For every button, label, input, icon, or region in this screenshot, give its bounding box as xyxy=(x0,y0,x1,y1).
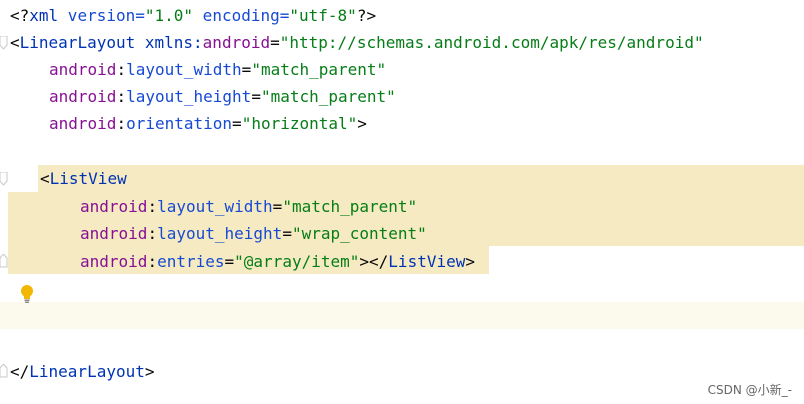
attr-value: "http://schemas.android.com/apk/res/andr… xyxy=(279,33,704,52)
namespace: android xyxy=(49,87,117,106)
tag-name: LinearLayout xyxy=(29,362,145,381)
code-editor[interactable]: <?xml version="1.0" encoding="utf-8"?> <… xyxy=(0,0,804,404)
code-line-attr[interactable]: android:layout_height="wrap_content" xyxy=(80,220,427,247)
tag-name: LinearLayout xyxy=(19,33,136,52)
code-line-linearlayout-open[interactable]: <LinearLayout xmlns:android="http://sche… xyxy=(10,29,704,56)
namespace: android xyxy=(80,197,148,216)
attr-name: entries xyxy=(157,252,225,271)
punct: = xyxy=(224,252,235,271)
attr-value: "1.0" xyxy=(144,6,194,25)
punct: > xyxy=(357,114,367,133)
attr-value: "wrap_content" xyxy=(291,224,427,243)
punct: : xyxy=(147,224,158,243)
punct: : xyxy=(147,197,158,216)
namespace: android xyxy=(202,33,271,52)
punct: = xyxy=(251,87,261,106)
namespace: android xyxy=(80,252,148,271)
punct: ?> xyxy=(356,6,377,25)
punct: = xyxy=(270,33,280,52)
fold-end-marker-icon[interactable] xyxy=(0,254,8,268)
punct: = xyxy=(232,114,242,133)
punct: = xyxy=(272,197,283,216)
attr-name: layout_width xyxy=(126,60,242,79)
namespace: android xyxy=(49,60,117,79)
attr-value: "match_parent" xyxy=(282,197,418,216)
punct: > xyxy=(465,252,475,271)
fold-end-marker-icon[interactable] xyxy=(0,364,8,378)
punct: : xyxy=(116,114,127,133)
punct: : xyxy=(116,87,127,106)
attr-value: "match_parent" xyxy=(260,87,396,106)
namespace: android xyxy=(49,114,117,133)
punct: = xyxy=(241,60,252,79)
watermark: CSDN @小新_- xyxy=(707,383,792,397)
attr-value: "horizontal" xyxy=(241,114,358,133)
punct: : xyxy=(147,252,158,271)
punct: < xyxy=(10,33,20,52)
fold-marker-icon[interactable] xyxy=(0,36,8,50)
xml-keyword: xml xyxy=(29,6,59,25)
lightbulb-icon[interactable] xyxy=(19,284,35,304)
punct: = xyxy=(282,224,292,243)
code-line-xml-declaration[interactable]: <?xml version="1.0" encoding="utf-8"?> xyxy=(10,2,376,29)
punct: </ xyxy=(10,362,30,381)
punct: < xyxy=(40,169,50,188)
code-line-attr[interactable]: android:layout_height="match_parent" xyxy=(49,83,396,110)
attr-name: layout_height xyxy=(126,87,252,106)
punct: > xyxy=(144,362,155,381)
attr-name: version= xyxy=(58,6,145,25)
code-line-attr[interactable]: android:layout_width="match_parent" xyxy=(80,193,417,220)
fold-marker-icon[interactable] xyxy=(0,172,8,186)
punct: ></ xyxy=(359,252,389,271)
attr-value: "utf-8" xyxy=(289,6,357,25)
punct: : xyxy=(116,60,127,79)
code-line-attr[interactable]: android:entries="@array/item"></ListView… xyxy=(80,248,475,275)
attr-name: orientation xyxy=(126,114,233,133)
code-line-listview-open[interactable]: <ListView xyxy=(40,165,127,192)
tag-name: ListView xyxy=(388,252,466,271)
attr-name: layout_height xyxy=(157,224,283,243)
attr-name: encoding= xyxy=(193,6,290,25)
attr-name: layout_width xyxy=(157,197,273,216)
namespace: android xyxy=(80,224,148,243)
code-line-attr[interactable]: android:orientation="horizontal"> xyxy=(49,110,367,137)
code-line-linearlayout-close[interactable]: </LinearLayout> xyxy=(10,358,155,385)
tag-name: ListView xyxy=(49,169,127,188)
current-line-highlight xyxy=(0,302,804,329)
attr-name: xmlns: xyxy=(135,33,203,52)
selection-highlight xyxy=(38,165,804,192)
attr-value: "@array/item" xyxy=(234,252,360,271)
punct: <? xyxy=(10,6,30,25)
attr-value: "match_parent" xyxy=(251,60,387,79)
code-line-attr[interactable]: android:layout_width="match_parent" xyxy=(49,56,386,83)
